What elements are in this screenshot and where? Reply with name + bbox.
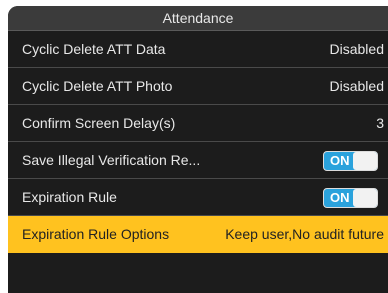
menu-item-value: Keep user,No audit future <box>225 226 384 242</box>
toggle-switch[interactable]: ON <box>323 151 378 171</box>
menu-item-value: 3 <box>376 115 384 131</box>
toggle-switch[interactable]: ON <box>323 188 378 208</box>
menu-item-save-illegal-verification[interactable]: Save Illegal Verification Re... ON <box>8 142 388 179</box>
menu-item-label: Expiration Rule <box>22 189 117 205</box>
menu-item-label: Cyclic Delete ATT Data <box>22 41 166 57</box>
toggle-knob <box>353 152 377 170</box>
menu-item-confirm-screen-delay[interactable]: Confirm Screen Delay(s) 3 <box>8 105 388 142</box>
menu-item-expiration-rule[interactable]: Expiration Rule ON <box>8 179 388 216</box>
menu-item-label: Cyclic Delete ATT Photo <box>22 78 173 94</box>
menu-item-label: Confirm Screen Delay(s) <box>22 115 176 131</box>
screen-header: Attendance <box>8 6 388 31</box>
menu-item-expiration-rule-options[interactable]: Expiration Rule Options Keep user,No aud… <box>8 216 388 253</box>
toggle-state-label: ON <box>330 190 350 205</box>
menu-item-value: Disabled <box>329 41 384 57</box>
menu-item-cyclic-delete-att-photo[interactable]: Cyclic Delete ATT Photo Disabled <box>8 68 388 105</box>
menu-item-label: Expiration Rule Options <box>22 226 170 242</box>
device-screen: Attendance Cyclic Delete ATT Data Disabl… <box>8 6 388 293</box>
menu-item-cyclic-delete-att-data[interactable]: Cyclic Delete ATT Data Disabled <box>8 31 388 68</box>
menu-item-value: Disabled <box>329 78 384 94</box>
page-title: Attendance <box>162 10 234 26</box>
menu-item-label: Save Illegal Verification Re... <box>22 152 201 168</box>
toggle-state-label: ON <box>330 153 350 168</box>
toggle-knob <box>353 189 377 207</box>
